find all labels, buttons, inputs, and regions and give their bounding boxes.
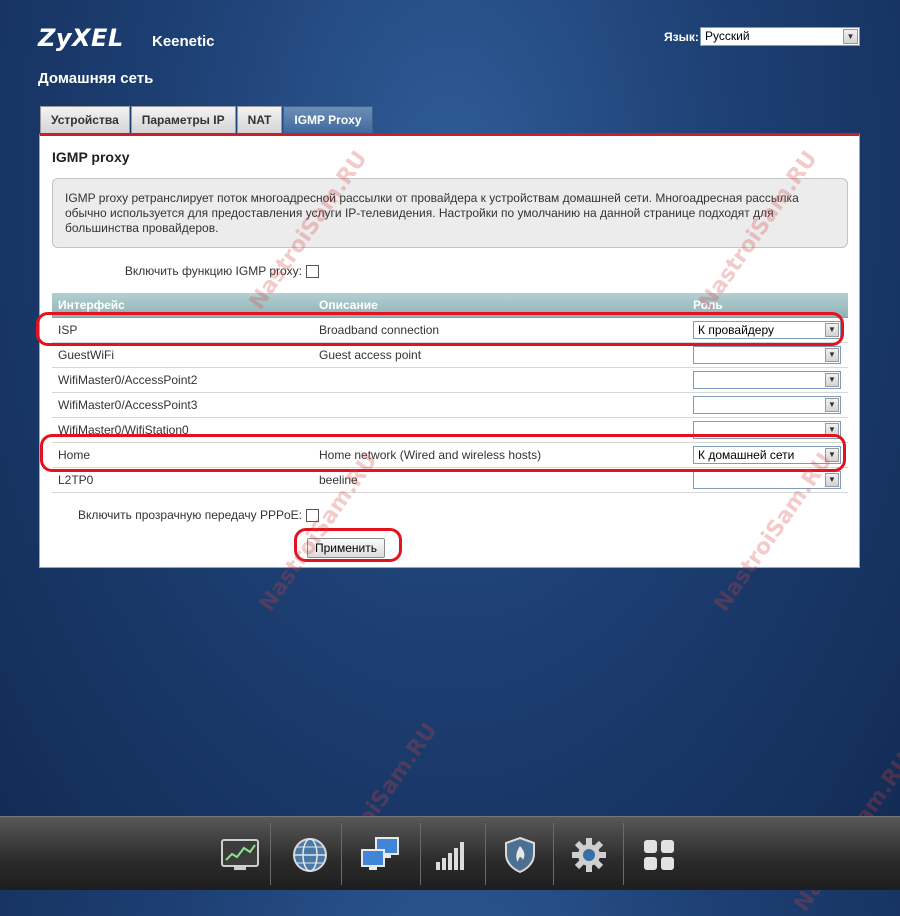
role-select[interactable]: ▼ <box>693 345 841 364</box>
dock-security[interactable] <box>492 827 548 883</box>
role-select[interactable]: ▼ <box>693 470 841 489</box>
interface-name: Home <box>52 442 313 468</box>
pppoe-checkbox[interactable] <box>306 508 319 522</box>
tab-ip-settings[interactable]: Параметры IP <box>130 106 236 133</box>
header: ZyXEL Keenetic Язык: Русский ▼ Домашняя … <box>0 0 900 104</box>
role-select[interactable]: ▼ <box>693 420 841 439</box>
chevron-down-icon[interactable]: ▼ <box>843 29 858 44</box>
header-role: Роль <box>687 293 848 318</box>
chevron-down-icon[interactable]: ▼ <box>825 397 839 412</box>
interface-name: GuestWiFi <box>52 342 313 368</box>
language-label: Язык: <box>664 30 699 44</box>
dock-wifi[interactable] <box>424 827 480 883</box>
security-shield-icon <box>505 836 535 874</box>
table-row: GuestWiFi Guest access point ▼ <box>52 342 848 368</box>
interface-description: beeline <box>313 467 687 493</box>
interface-name: WifiMaster0/AccessPoint2 <box>52 367 313 393</box>
interface-name: WifiMaster0/WifiStation0 <box>52 417 313 443</box>
interface-name: ISP <box>52 317 313 343</box>
info-box: IGMP proxy ретранслирует поток многоадре… <box>52 178 848 248</box>
table-row: Home Home network (Wired and wireless ho… <box>52 442 848 468</box>
role-select[interactable]: ▼ <box>693 370 841 389</box>
apps-grid-icon <box>644 840 674 870</box>
chevron-down-icon[interactable]: ▼ <box>825 472 839 487</box>
interface-description: Home network (Wired and wireless hosts) <box>313 442 687 468</box>
interfaces-table: Интерфейс Описание Роль ISP Broadband co… <box>52 293 848 493</box>
wifi-signal-icon <box>436 842 464 870</box>
tab-bar: Устройства Параметры IP NAT IGMP Proxy <box>40 106 374 133</box>
interface-description <box>313 367 687 393</box>
language-value: Русский <box>705 29 750 43</box>
internet-globe-icon <box>293 838 327 872</box>
header-interface: Интерфейс <box>52 293 313 318</box>
dock-apps[interactable] <box>631 827 687 883</box>
role-value: К провайдеру <box>698 322 775 337</box>
role-select[interactable]: К домашней сети ▼ <box>693 445 841 464</box>
dock-system[interactable] <box>561 827 617 883</box>
interface-description: Guest access point <box>313 342 687 368</box>
table-row: WifiMaster0/AccessPoint2 ▼ <box>52 367 848 393</box>
system-gear-icon <box>572 838 606 872</box>
dock-separator <box>270 823 271 885</box>
page-title: Домашняя сеть <box>38 70 154 87</box>
tab-igmp-proxy[interactable]: IGMP Proxy <box>283 106 373 133</box>
dock-separator <box>485 823 486 885</box>
role-select[interactable]: К провайдеру ▼ <box>693 320 841 339</box>
chevron-down-icon[interactable]: ▼ <box>825 322 839 337</box>
bottom-dock <box>0 816 900 890</box>
interface-description <box>313 417 687 443</box>
dock-home-network[interactable] <box>352 827 408 883</box>
pppoe-row: Включить прозрачную передачу PPPoE: <box>40 508 319 522</box>
igmp-panel: IGMP proxy IGMP proxy ретранслирует пото… <box>39 133 860 568</box>
table-row: WifiMaster0/WifiStation0 ▼ <box>52 417 848 443</box>
enable-igmp-label: Включить функцию IGMP proxy: <box>124 264 302 278</box>
dock-separator <box>553 823 554 885</box>
dock-monitor[interactable] <box>212 827 268 883</box>
product-name: Keenetic <box>152 33 215 50</box>
dock-separator <box>623 823 624 885</box>
role-select[interactable]: ▼ <box>693 395 841 414</box>
chevron-down-icon[interactable]: ▼ <box>825 422 839 437</box>
chevron-down-icon[interactable]: ▼ <box>825 447 839 462</box>
interface-name: WifiMaster0/AccessPoint3 <box>52 392 313 418</box>
interface-name: L2TP0 <box>52 467 313 493</box>
home-network-icon <box>361 837 399 870</box>
enable-igmp-checkbox[interactable] <box>306 264 319 278</box>
interface-description <box>313 392 687 418</box>
enable-igmp-row: Включить функцию IGMP proxy: <box>40 264 319 278</box>
chevron-down-icon[interactable]: ▼ <box>825 372 839 387</box>
dock-separator <box>420 823 421 885</box>
tab-devices[interactable]: Устройства <box>40 106 130 133</box>
monitor-icon <box>221 839 259 870</box>
pppoe-label: Включить прозрачную передачу PPPoE: <box>78 508 302 522</box>
dock-internet[interactable] <box>282 827 338 883</box>
language-select[interactable]: Русский ▼ <box>700 27 860 46</box>
interface-description: Broadband connection <box>313 317 687 343</box>
table-header-row: Интерфейс Описание Роль <box>52 293 848 318</box>
dock-separator <box>341 823 342 885</box>
apply-button[interactable]: Применить <box>307 538 386 558</box>
table-row: WifiMaster0/AccessPoint3 ▼ <box>52 392 848 418</box>
role-value: К домашней сети <box>698 447 795 462</box>
tab-nat[interactable]: NAT <box>236 106 283 133</box>
section-title: IGMP proxy <box>52 149 130 165</box>
table-row: ISP Broadband connection К провайдеру ▼ <box>52 317 848 343</box>
table-row: L2TP0 beeline ▼ <box>52 467 848 493</box>
chevron-down-icon[interactable]: ▼ <box>825 347 839 362</box>
brand-logo: ZyXEL <box>38 24 124 52</box>
header-description: Описание <box>313 293 687 318</box>
